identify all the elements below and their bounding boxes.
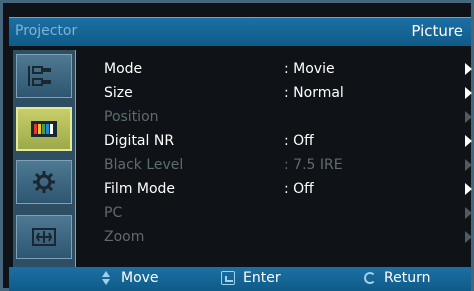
footer-enter-hint: Enter xyxy=(221,270,281,286)
chevron-right-icon xyxy=(465,231,472,243)
chevron-right-icon xyxy=(465,111,472,123)
osd-header: Projector Picture xyxy=(9,17,471,46)
menu-label: Film Mode xyxy=(104,181,176,197)
sidebar-item-setup[interactable] xyxy=(16,160,72,204)
chevron-right-icon xyxy=(465,207,472,219)
chevron-right-icon xyxy=(465,63,472,75)
header-left-title: Projector xyxy=(15,23,78,39)
chevron-right-icon xyxy=(465,183,472,195)
sidebar-item-input[interactable] xyxy=(16,54,72,98)
menu-value: : 7.5 IRE xyxy=(284,157,343,173)
enter-icon xyxy=(221,271,235,285)
input-icon xyxy=(28,66,51,86)
return-icon xyxy=(364,272,376,284)
chevron-right-icon xyxy=(465,159,472,171)
menu-label: Position xyxy=(104,109,159,125)
menu-value: : Normal xyxy=(284,85,344,101)
menu-label: Black Level xyxy=(104,157,184,173)
footer-move-label: Move xyxy=(121,270,159,286)
footer-return-hint: Return xyxy=(364,270,430,286)
menu-label: Zoom xyxy=(104,229,145,245)
menu-row-digital-nr[interactable]: Digital NR : Off xyxy=(104,131,472,153)
sidebar-item-picture[interactable] xyxy=(16,107,72,151)
move-arrows-icon xyxy=(99,271,113,285)
menu-row-zoom: Zoom xyxy=(104,227,472,249)
menu-row-position: Position xyxy=(104,107,472,129)
menu-value: : Off xyxy=(284,181,314,197)
sidebar-item-display[interactable] xyxy=(16,215,72,259)
footer-enter-label: Enter xyxy=(243,270,281,286)
menu-value: : Movie xyxy=(284,61,335,77)
menu-label: Digital NR xyxy=(104,133,175,149)
chevron-right-icon xyxy=(465,135,472,147)
chevron-right-icon xyxy=(465,87,472,99)
menu-row-size[interactable]: Size : Normal xyxy=(104,83,472,105)
header-right-title: Picture xyxy=(411,22,463,40)
footer-return-label: Return xyxy=(384,270,431,286)
menu-value: : Off xyxy=(284,133,314,149)
display-position-icon xyxy=(32,228,56,246)
picture-bars-icon xyxy=(31,121,57,137)
menu-label: Size xyxy=(104,85,133,101)
picture-menu: Mode : Movie Size : Normal Position Digi… xyxy=(104,59,474,259)
menu-label: PC xyxy=(104,205,123,221)
category-sidebar xyxy=(13,50,76,268)
menu-row-pc: PC xyxy=(104,203,472,225)
menu-row-film-mode[interactable]: Film Mode : Off xyxy=(104,179,472,201)
osd-footer: Move Enter Return xyxy=(9,267,471,291)
menu-row-black-level: Black Level : 7.5 IRE xyxy=(104,155,472,177)
menu-label: Mode xyxy=(104,61,143,77)
setup-gear-icon xyxy=(33,171,55,193)
menu-row-mode[interactable]: Mode : Movie xyxy=(104,59,472,81)
osd-window: Projector Picture Mode: Movie Size: No… xyxy=(0,0,474,291)
footer-move-hint: Move xyxy=(99,270,159,286)
